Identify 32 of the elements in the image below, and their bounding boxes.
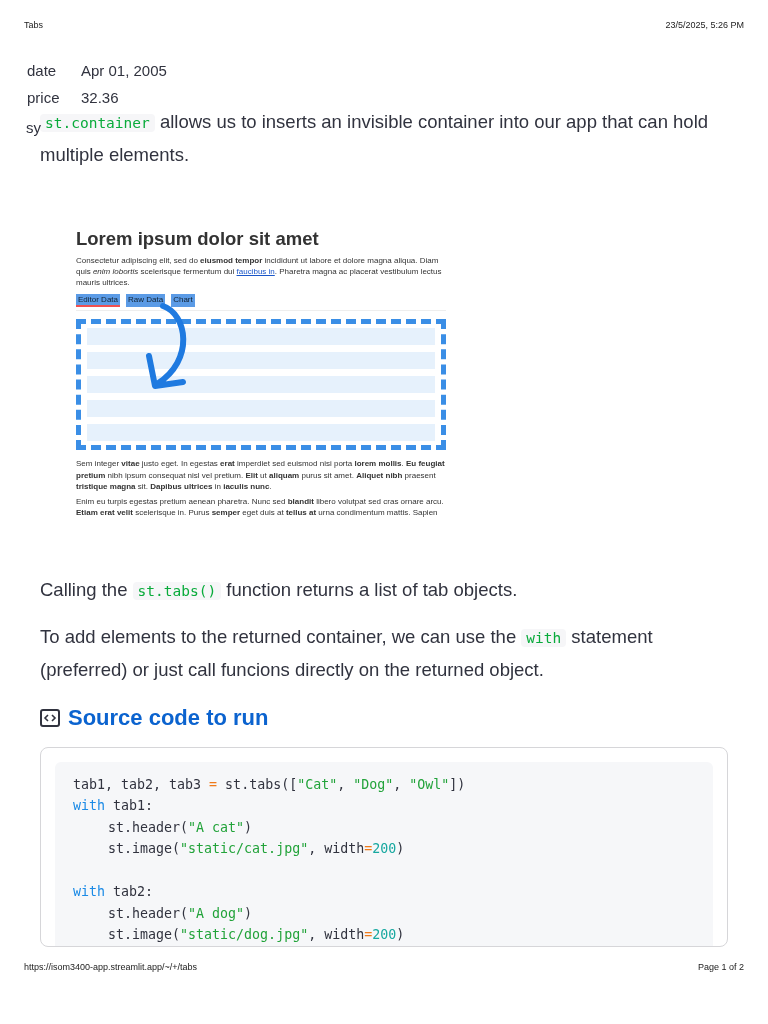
code-line: st.image("static/cat.jpg", width=200) (108, 840, 405, 859)
field-value: Apr 01, 2005 (81, 60, 167, 81)
page-url: https://isom3400-app.streamlit.app/~/+/tabs (24, 961, 198, 974)
inline-code: st.tabs() (132, 581, 222, 600)
code-line: with tab2: (73, 883, 154, 902)
screenshot-paragraph: Sem integer vitae justo eget. In egestas erat imperdiet sed euismod nisi porta lorem mollis. Eu feugiat pretium nibh ipsum consequat nisl vel pretium. Elit ut aliquam purus sit amet. Aliquet nibh praesent tristique magna sit. Dapibus ultrices in iaculis nunc. (76, 458, 446, 492)
field-label: price (27, 87, 61, 108)
screenshot-tab[interactable]: Editor Data (76, 294, 121, 308)
screenshot-tab[interactable]: Chart (171, 294, 195, 308)
paragraph: To add elements to the returned container, we can use the with statement (preferred) or just call funcions directly on the returned object. (40, 624, 654, 682)
code-line: with tab1: (73, 797, 154, 816)
screenshot-paragraph: Enim eu turpis egestas pretium aenean pharetra. Nunc sed blandit libero volutpat sed cras ornare arcu. Etiam erat velit scelerisque in. Purus semper eget duis at tellus at urna condimentum mattis. Sapien (76, 496, 445, 519)
inline-code: with (521, 628, 567, 647)
page-title: Tabs (24, 19, 43, 32)
paragraph: Calling the st.tabs() function returns a list of tab objects. (40, 577, 519, 602)
code-icon (40, 708, 60, 727)
code-line: tab1, tab2, tab3 = st.tabs(["Cat", "Dog", "Owl"]) (73, 775, 466, 794)
field-label: date (27, 60, 58, 81)
text-fragment: sy (26, 118, 41, 138)
screenshot-paragraph: Consectetur adipiscing elit, sed do eiusmod tempor incididunt ut labore et dolore magna aliqua. Diam quis enim lobortis scelerisque fermentum dui faucibus in. Pharetra magna ac placerat vestibulum lectus mauris ultrices. (76, 254, 443, 289)
section-title: Source code to run (68, 704, 269, 731)
field-value: 32.36 (81, 87, 119, 108)
link[interactable]: faucibus in (236, 266, 275, 276)
code-line: st.image("static/dog.jpg", width=200) (108, 926, 405, 945)
code-line: st.header("A cat") (108, 818, 253, 837)
screenshot-heading: Lorem ipsum dolor sit amet (76, 227, 320, 250)
paragraph: st.container allows us to inserts an invisible container into our app that can hold multiple elements. (40, 109, 710, 167)
page-number: Page 1 of 2 (697, 961, 744, 974)
screenshot-tab[interactable]: Raw Data (126, 294, 166, 308)
code-line: st.header("A dog") (108, 904, 253, 923)
inline-code: st.container (40, 113, 155, 132)
print-date: 23/5/2025, 5:26 PM (665, 19, 744, 32)
